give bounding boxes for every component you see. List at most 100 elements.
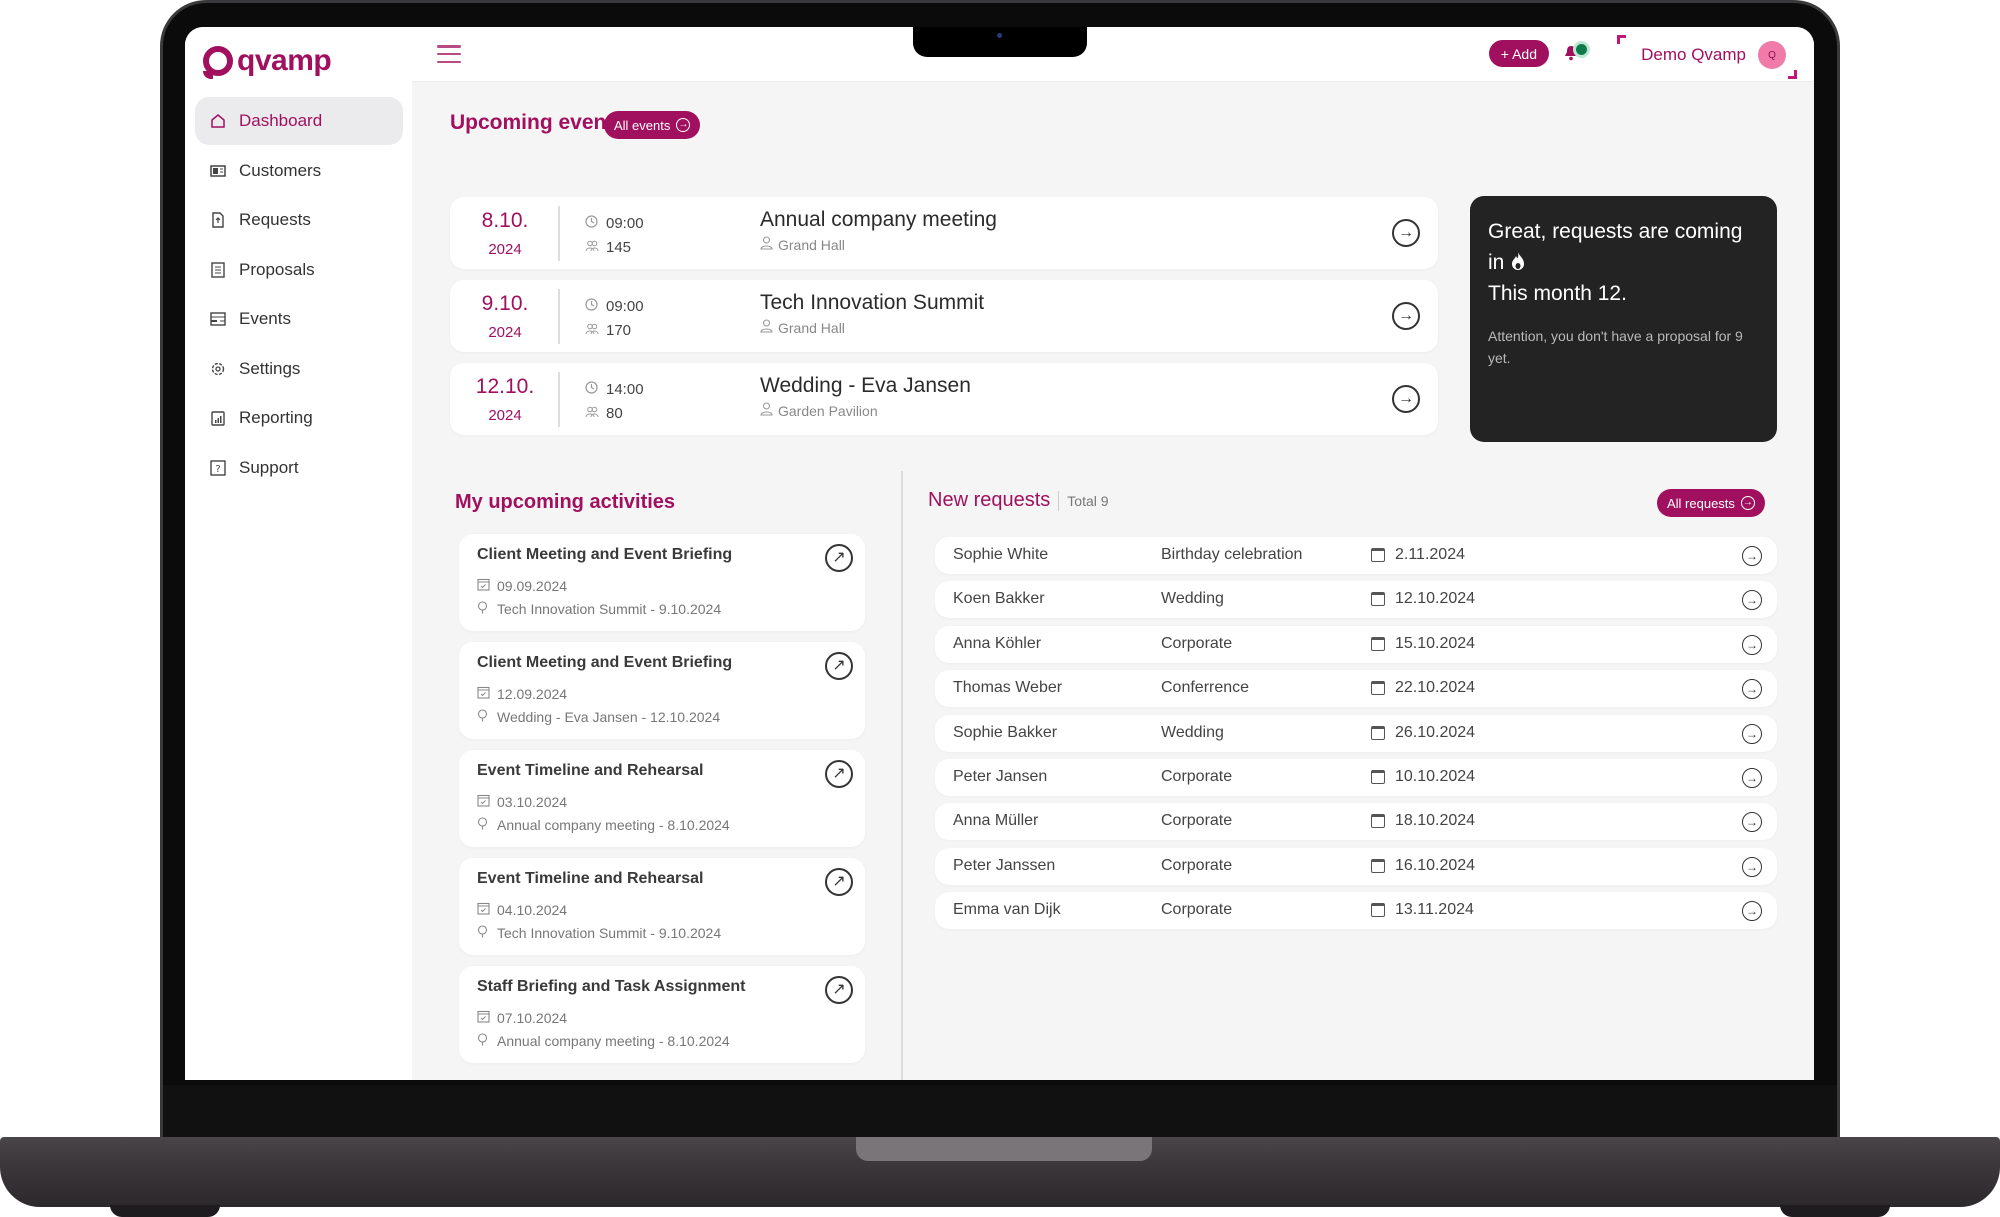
- request-row[interactable]: Sophie White Birthday celebration 2.11.2…: [935, 537, 1777, 574]
- open-request-button[interactable]: →: [1742, 812, 1762, 833]
- activity-title: Event Timeline and Rehearsal: [477, 762, 704, 779]
- request-customer: Sophie White: [953, 546, 1049, 563]
- sidebar-item-requests[interactable]: Requests: [195, 196, 403, 244]
- all-requests-button[interactable]: All requests →: [1657, 489, 1765, 517]
- request-type: Birthday celebration: [1161, 546, 1303, 563]
- arrow-up-right-icon: ↗: [832, 657, 846, 674]
- request-date: 13.11.2024: [1395, 901, 1474, 919]
- event-name: Wedding - Eva Jansen: [760, 374, 971, 397]
- calendar-icon: [1371, 725, 1385, 740]
- clock-icon: [585, 381, 599, 397]
- open-event-button[interactable]: →: [1392, 219, 1420, 247]
- sidebar-item-label: Events: [239, 309, 291, 328]
- event-date: 9.10. 2024: [450, 292, 560, 341]
- activity-card[interactable]: Event Timeline and Rehearsal 04.10.2024 …: [459, 858, 865, 955]
- request-customer: Sophie Bakker: [953, 723, 1058, 741]
- open-event-button[interactable]: →: [1392, 385, 1420, 413]
- activity-card[interactable]: Staff Briefing and Task Assignment 07.10…: [459, 966, 865, 1063]
- request-row[interactable]: Peter Jansen Corporate 10.10.2024 →: [935, 759, 1777, 796]
- calendar-icon: [1371, 903, 1385, 918]
- event-card[interactable]: 9.10. 2024 09:00 170 Tech Innovation Sum…: [450, 280, 1438, 352]
- promo-note: Attention, you don't have a proposal for…: [1488, 328, 1743, 366]
- location-pin-icon: [477, 709, 491, 725]
- column-divider: [901, 471, 903, 1080]
- calendar-icon: [1371, 636, 1385, 651]
- focus-corner-icon: [1788, 70, 1797, 79]
- upcoming-events-title: Upcoming events: [450, 111, 626, 134]
- menu-icon: [437, 45, 461, 48]
- dashboard-main: Upcoming events All events → 8.10. 2024 …: [412, 83, 1814, 1080]
- open-request-button[interactable]: →: [1742, 546, 1762, 566]
- arrow-right-circle-icon: →: [676, 118, 691, 132]
- arrow-up-right-icon: ↗: [832, 873, 846, 890]
- activity-card[interactable]: Client Meeting and Event Briefing 09.09.…: [459, 534, 865, 631]
- request-row[interactable]: Koen Bakker Wedding 12.10.2024 →: [935, 581, 1777, 619]
- event-guests: 145: [606, 238, 632, 256]
- open-request-button[interactable]: →: [1742, 590, 1762, 611]
- sidebar-item-proposals[interactable]: Proposals: [195, 246, 403, 294]
- menu-toggle-button[interactable]: [437, 45, 461, 63]
- open-activity-button[interactable]: ↗: [825, 652, 853, 680]
- add-button[interactable]: + Add: [1488, 40, 1549, 67]
- request-row[interactable]: Thomas Weber Conferrence 22.10.2024 →: [935, 670, 1777, 708]
- requests-title: New requests: [928, 489, 1051, 511]
- request-date: 26.10.2024: [1395, 723, 1476, 741]
- app-logo[interactable]: qvamp: [203, 44, 332, 79]
- sidebar-item-dashboard[interactable]: Dashboard: [195, 97, 403, 145]
- fire-icon: [1510, 251, 1526, 274]
- help-icon: ?: [209, 459, 227, 477]
- open-request-button[interactable]: →: [1742, 634, 1762, 655]
- open-request-button[interactable]: →: [1742, 901, 1762, 922]
- open-activity-button[interactable]: ↗: [825, 868, 853, 896]
- sidebar-item-reporting[interactable]: Reporting: [195, 394, 403, 442]
- activity-card[interactable]: Client Meeting and Event Briefing 12.09.…: [459, 642, 865, 739]
- sidebar-item-events[interactable]: Events: [195, 295, 403, 343]
- open-event-button[interactable]: →: [1392, 302, 1420, 330]
- event-time: 14:00: [606, 380, 644, 398]
- activity-date: 04.10.2024: [497, 902, 568, 918]
- location-person-icon: [760, 402, 773, 419]
- request-row[interactable]: Sophie Bakker Wedding 26.10.2024 →: [935, 714, 1777, 752]
- event-time: 09:00: [606, 214, 644, 232]
- calendar-icon: [1371, 770, 1385, 784]
- user-menu[interactable]: Demo Qvamp Q: [1641, 35, 1786, 75]
- event-date: 12.10. 2024: [450, 375, 560, 424]
- event-date: 8.10. 2024: [450, 209, 560, 258]
- open-request-button[interactable]: →: [1742, 679, 1762, 700]
- location-person-icon: [760, 319, 773, 336]
- request-row[interactable]: Anna Köhler Corporate 15.10.2024 →: [935, 625, 1777, 663]
- event-card[interactable]: 12.10. 2024 14:00 80 Wedding - Eva Janse…: [450, 363, 1438, 435]
- sidebar-item-customers[interactable]: Customers: [195, 147, 403, 195]
- request-date: 10.10.2024: [1395, 768, 1476, 785]
- event-info: Annual company meeting Grand Hall: [760, 208, 997, 253]
- sidebar-item-support[interactable]: ? Support: [195, 444, 403, 492]
- event-time: 09:00: [606, 297, 644, 315]
- activity-card[interactable]: Event Timeline and Rehearsal 03.10.2024 …: [459, 750, 865, 847]
- location-person-icon: [760, 236, 773, 253]
- all-events-button[interactable]: All events →: [604, 111, 701, 139]
- notification-dot: [1576, 44, 1587, 55]
- sidebar-item-settings[interactable]: Settings: [195, 345, 403, 393]
- gear-icon: [209, 360, 227, 378]
- event-location: Grand Hall: [778, 236, 845, 253]
- activity-date: 12.09.2024: [497, 686, 568, 702]
- activity-title: Client Meeting and Event Briefing: [477, 546, 733, 563]
- request-row[interactable]: Anna Müller Corporate 18.10.2024 →: [935, 803, 1777, 841]
- request-row[interactable]: Emma van Dijk Corporate 13.11.2024 →: [935, 892, 1777, 930]
- request-date: 12.10.2024: [1395, 590, 1476, 608]
- open-request-button[interactable]: →: [1742, 723, 1762, 744]
- open-activity-button[interactable]: ↗: [825, 544, 853, 572]
- laptop-chin: [163, 1085, 1837, 1140]
- event-guests: 80: [606, 404, 623, 422]
- request-row[interactable]: Peter Janssen Corporate 16.10.2024 →: [935, 847, 1777, 885]
- arrow-right-icon: →: [1746, 904, 1758, 919]
- top-bar: + Add Demo Qvamp Q: [412, 27, 1814, 82]
- open-activity-button[interactable]: ↗: [825, 760, 853, 788]
- open-request-button[interactable]: →: [1742, 768, 1762, 788]
- notifications-button[interactable]: [1562, 41, 1592, 67]
- open-request-button[interactable]: →: [1742, 856, 1762, 877]
- event-info: Tech Innovation Summit Grand Hall: [760, 291, 984, 336]
- open-activity-button[interactable]: ↗: [825, 976, 853, 1004]
- event-card[interactable]: 8.10. 2024 09:00 145 Annual company meet…: [450, 197, 1438, 269]
- file-upload-icon: [209, 211, 227, 229]
